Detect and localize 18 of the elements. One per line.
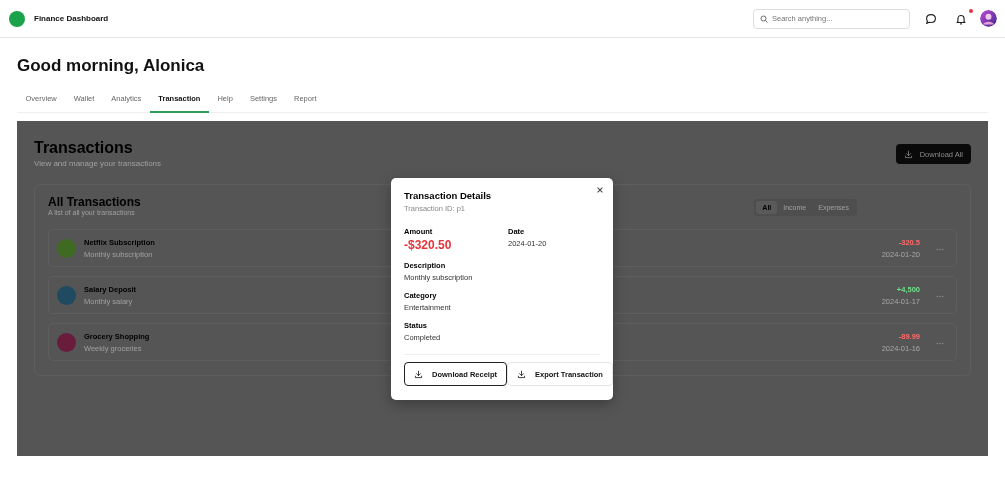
download-icon — [903, 149, 913, 159]
logo-icon — [9, 10, 25, 27]
card-title: All Transactions — [48, 195, 141, 209]
message-icon[interactable] — [924, 11, 938, 26]
more-icon — [936, 247, 944, 251]
page-subtitle: View and manage your transactions — [34, 159, 162, 168]
greeting: Good morning, Alonica — [17, 56, 206, 77]
app-title: Finance Dashboard — [34, 14, 109, 23]
avatar-icon[interactable] — [980, 10, 997, 27]
more-icon — [936, 294, 944, 298]
search-icon — [760, 14, 768, 23]
download-icon — [414, 369, 423, 379]
download-icon — [517, 369, 526, 379]
dialog-title: Transaction Details — [404, 190, 493, 201]
field-value: -$320.50 — [404, 238, 453, 252]
page-title: Transactions — [34, 139, 134, 157]
more-icon — [936, 341, 944, 345]
close-button[interactable] — [596, 186, 604, 194]
